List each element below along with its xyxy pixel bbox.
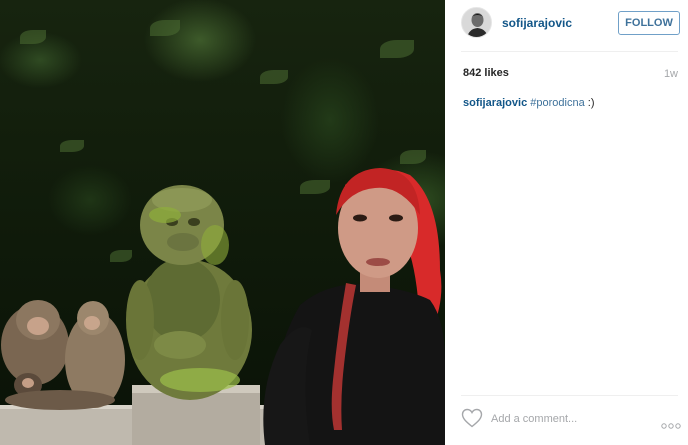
post-timestamp[interactable]: 1w xyxy=(664,68,678,80)
footer-divider xyxy=(461,395,678,396)
likes-count[interactable]: 842 likes xyxy=(463,67,509,79)
post-header: sofijarajovic FOLLOW xyxy=(461,7,680,39)
heart-icon[interactable] xyxy=(461,408,483,428)
caption-username-link[interactable]: sofijarajovic xyxy=(463,97,527,109)
follow-button[interactable]: FOLLOW xyxy=(618,11,680,35)
post-photo[interactable] xyxy=(0,0,445,445)
photo-scene xyxy=(0,168,445,445)
caption-text: :) xyxy=(584,97,595,109)
header-divider xyxy=(461,51,678,52)
caption-hashtag-link[interactable]: #porodicna xyxy=(530,97,584,109)
more-options-icon[interactable] xyxy=(661,416,681,429)
post-caption: sofijarajovic #porodicna :) xyxy=(463,97,594,109)
username-link[interactable]: sofijarajovic xyxy=(502,16,572,30)
comment-bar xyxy=(461,404,681,436)
post-sidebar: sofijarajovic FOLLOW 842 likes 1w sofija… xyxy=(445,0,688,445)
comment-input[interactable] xyxy=(491,409,641,429)
avatar[interactable] xyxy=(461,7,492,38)
